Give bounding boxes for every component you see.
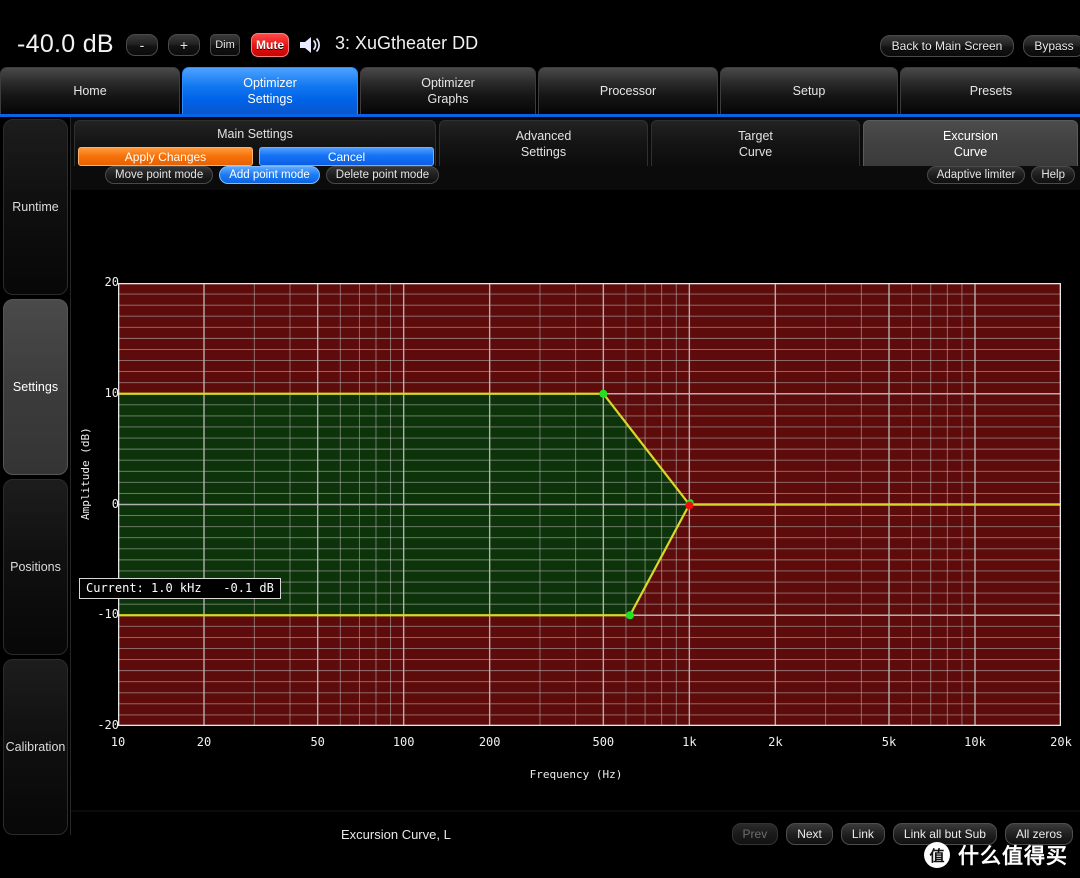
apply-changes-button[interactable]: Apply Changes	[78, 147, 253, 166]
main-tab-label: Optimizer	[243, 76, 297, 90]
tab-label: Advanced	[515, 128, 572, 143]
sidebar-item-label: Calibration	[5, 740, 66, 754]
bypass-button[interactable]: Bypass	[1023, 35, 1080, 57]
y-axis-tick-label: -20	[97, 718, 119, 732]
excursion-curve-svg[interactable]	[117, 282, 1062, 727]
plot-area[interactable]	[117, 282, 1062, 727]
main-tab-label: Optimizer	[421, 76, 475, 90]
tab-sublabel: Curve	[953, 144, 988, 159]
sidebar-item-label: Settings	[12, 380, 59, 394]
watermark-text: 什么值得买	[958, 844, 1068, 868]
x-axis-tick-label: 20	[196, 735, 212, 749]
help-button[interactable]: Help	[1031, 166, 1075, 184]
x-axis-ticks: 10 20 50 100 200 500 1k 2k 5k 10k 20k	[71, 735, 1080, 755]
main-tab-label: Processor	[599, 84, 657, 98]
mute-button[interactable]: Mute	[251, 33, 289, 57]
main-tab-sublabel: Settings	[247, 92, 293, 106]
graph-title: Excursion Curve, L	[341, 827, 451, 842]
x-axis-tick-label: 1k	[682, 735, 697, 749]
sidebar-item-label: Runtime	[12, 200, 59, 214]
y-axis-ticks: -20 -10 0 10 20	[81, 190, 119, 810]
add-point-mode-button[interactable]: Add point mode	[219, 166, 320, 184]
link-button[interactable]: Link	[840, 823, 885, 845]
x-axis-tick-label: 50	[310, 735, 325, 749]
content-panel: Main Settings Apply Changes Cancel Advan…	[70, 117, 1080, 858]
watermark-badge-icon: 值	[924, 842, 950, 868]
x-axis-label: Frequency (Hz)	[529, 768, 623, 781]
sub-tab-bar: Main Settings Apply Changes Cancel Advan…	[74, 120, 1078, 166]
main-tab-home[interactable]: Home	[0, 67, 180, 114]
sidebar-item-label: Positions	[10, 560, 61, 574]
delete-point-mode-button[interactable]: Delete point mode	[325, 166, 440, 184]
tab-main-settings-label: Main Settings	[217, 127, 293, 141]
volume-readout: -40.0 dB	[17, 30, 114, 58]
excursion-curve-graph: Amplitude (dB) -20 -10 0 10 20 10 20 50 100 200 5…	[71, 190, 1080, 810]
tab-advanced-settings[interactable]: Advanced Settings	[439, 120, 648, 166]
x-axis-tick-label: 20k	[1050, 735, 1072, 749]
tab-target-curve[interactable]: Target Curve	[651, 120, 860, 166]
prev-button: Prev	[731, 823, 779, 845]
sidebar-item-runtime[interactable]: Runtime	[3, 119, 68, 295]
speaker-volume-icon[interactable]	[298, 33, 324, 57]
x-axis-tick-label: 500	[592, 735, 615, 749]
x-axis-tick-label: 10	[110, 735, 126, 749]
current-value-readout: Current: 1.0 kHz -0.1 dB	[79, 578, 281, 599]
x-axis-tick-label: 200	[478, 735, 501, 749]
main-tab-sublabel: Graphs	[427, 92, 469, 106]
adaptive-limiter-button[interactable]: Adaptive limiter	[926, 166, 1026, 184]
curve-control-point-selected[interactable]	[685, 501, 694, 510]
tab-excursion-curve[interactable]: Excursion Curve	[863, 120, 1078, 166]
sidebar: Runtime Settings Positions Calibration	[0, 117, 70, 835]
y-axis-tick-label: -10	[97, 607, 119, 622]
x-axis-tick-label: 2k	[768, 735, 783, 749]
sidebar-item-settings[interactable]: Settings	[3, 299, 68, 475]
main-tab-optimizer-graphs[interactable]: Optimizer Graphs	[360, 67, 536, 114]
sidebar-item-calibration[interactable]: Calibration	[3, 659, 68, 835]
point-mode-toolbar: Move point mode Add point mode Delete poin…	[71, 166, 1080, 188]
next-button[interactable]: Next	[786, 823, 833, 845]
tab-sublabel: Settings	[520, 144, 567, 159]
main-tab-label: Presets	[969, 84, 1013, 98]
preset-name: 3: XuGtheater DD	[335, 33, 479, 53]
y-axis-tick-label: 20	[104, 275, 119, 289]
tab-sublabel: Curve	[738, 144, 773, 159]
tab-main-settings[interactable]: Main Settings Apply Changes Cancel	[74, 120, 436, 166]
main-tab-presets[interactable]: Presets	[900, 67, 1080, 114]
x-axis-tick-label: 10k	[964, 735, 986, 749]
y-axis-tick-label: 10	[104, 385, 119, 400]
main-tab-setup[interactable]: Setup	[720, 67, 898, 114]
main-tab-bar: Home Optimizer Settings Optimizer Graphs Proc…	[0, 67, 1080, 117]
y-axis-tick-label: 0	[111, 496, 119, 511]
application-window: -40.0 dB - + Dim Mute 3: XuGtheater DD B…	[0, 0, 1080, 878]
curve-control-point[interactable]	[599, 389, 608, 398]
main-tab-label: Home	[73, 84, 107, 98]
tab-label: Target	[738, 128, 773, 143]
main-tab-optimizer-settings[interactable]: Optimizer Settings	[182, 67, 358, 114]
main-tab-label: Setup	[792, 84, 826, 98]
watermark: 值 什么值得买	[924, 840, 1068, 870]
volume-up-button[interactable]: +	[168, 34, 200, 56]
main-tab-processor[interactable]: Processor	[538, 67, 718, 114]
tab-label: Excursion	[943, 128, 998, 143]
volume-down-button[interactable]: -	[126, 34, 158, 56]
x-axis-tick-label: 5k	[881, 735, 897, 749]
cancel-button[interactable]: Cancel	[259, 147, 434, 166]
curve-control-point[interactable]	[626, 611, 635, 620]
back-to-main-screen-button[interactable]: Back to Main Screen	[880, 35, 1014, 57]
move-point-mode-button[interactable]: Move point mode	[105, 166, 214, 184]
top-bar: -40.0 dB - + Dim Mute 3: XuGtheater DD B…	[0, 0, 1080, 66]
dim-button[interactable]: Dim	[210, 34, 240, 56]
sidebar-item-positions[interactable]: Positions	[3, 479, 68, 655]
x-axis-tick-label: 100	[392, 735, 415, 749]
